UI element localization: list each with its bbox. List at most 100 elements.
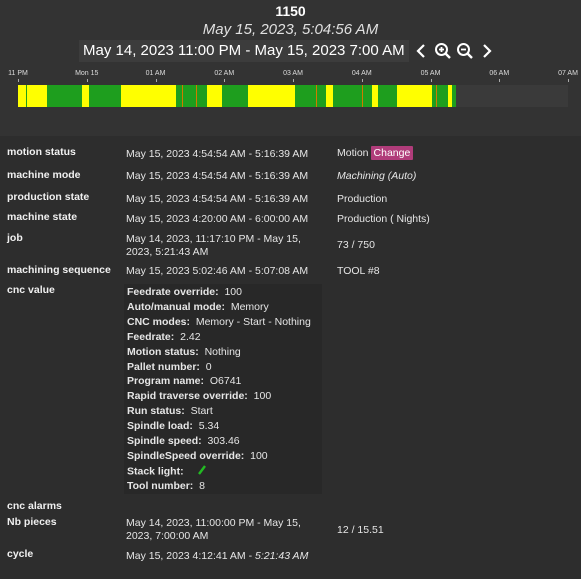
cnc-value-line: Stack light: [127, 465, 206, 478]
timeline-segment-yellow[interactable] [121, 85, 177, 107]
timeline-tick-label: 02 AM [214, 70, 235, 77]
cnc-value-line: Tool number: 8 [127, 480, 205, 492]
time-motion-status: May 15, 2023 4:54:54 AM - 5:16:39 AM [126, 148, 309, 160]
time-nb-pieces-line2: 2023, 7:00:00 AM [126, 530, 209, 542]
cnc-value-key: CNC modes: [127, 315, 191, 328]
timeline-tick-label: 06 AM [489, 70, 510, 77]
cnc-value-key: Rapid traverse override: [127, 390, 248, 403]
cnc-value-val: O6741 [204, 375, 242, 388]
time-job: May 14, 2023, 11:17:10 PM - May 15, 2023… [126, 233, 326, 259]
time-cycle-start: May 15, 2023 4:12:41 AM - [126, 550, 255, 562]
date-range-label[interactable]: May 14, 2023 11:00 PM - May 15, 2023 7:0… [79, 40, 409, 62]
stack-light-icon [197, 465, 206, 478]
timeline-tick-mark [224, 79, 226, 82]
zoom-in-icon[interactable] [433, 40, 453, 62]
chevron-left-icon[interactable] [411, 40, 431, 62]
label-cnc-value: cnc value [7, 284, 55, 296]
timeline-segment-yellow[interactable] [18, 85, 27, 107]
cnc-value-val: Nothing [198, 345, 241, 358]
timeline-tick-label: 04 AM [351, 70, 372, 77]
cnc-value-val: 0 [199, 360, 212, 373]
timeline-segment-yellow[interactable] [326, 85, 334, 107]
timeline-tick-label: 03 AM [283, 70, 303, 77]
timeline-segment-yellow[interactable] [82, 85, 90, 107]
time-job-line2: 2023, 5:21:43 AM [126, 246, 209, 258]
time-cycle: May 15, 2023 4:12:41 AM - 5:21:43 AM [126, 550, 326, 563]
chevron-right-icon[interactable] [477, 40, 497, 62]
cnc-value-val: 100 [247, 390, 272, 403]
time-production-state: May 15, 2023 4:54:54 AM - 5:16:39 AM [126, 193, 309, 205]
timeline-segment-green[interactable] [362, 85, 373, 107]
cnc-value-key: Program name: [127, 375, 205, 388]
cnc-value-line: Feedrate override: 100 [127, 286, 242, 298]
label-machine-mode: machine mode [7, 169, 81, 181]
cnc-value-line: Spindle load: 5.34 [127, 420, 219, 432]
timeline-tick-mark [18, 79, 19, 82]
value-production-state: Production [337, 193, 388, 205]
timeline-segment-green[interactable] [89, 85, 122, 107]
cnc-value-line: Run status: Start [127, 405, 213, 417]
cnc-value-line: Pallet number: 0 [127, 361, 212, 373]
label-production-state: production state [7, 191, 90, 203]
timeline-segment-yellow[interactable] [207, 85, 222, 107]
timeline-tick-mark [361, 79, 363, 82]
range-selector: May 14, 2023 11:00 PM - May 15, 2023 7:0… [79, 39, 497, 63]
timeline-segment-green[interactable] [221, 85, 249, 107]
cnc-value-key: Run status: [127, 405, 185, 418]
cnc-value-val: Memory - Start - Nothing [190, 315, 311, 328]
cnc-value-key: Spindle speed: [127, 435, 202, 447]
time-machining-sequence: May 15, 2023 5:02:46 AM - 5:07:08 AM [126, 265, 309, 277]
timeline-segment-green[interactable] [295, 85, 316, 107]
timeline-segment-green[interactable] [317, 85, 327, 107]
label-machining-sequence: machining sequence [7, 264, 111, 276]
timeline-tick-label: Mon 15 [75, 70, 99, 77]
zoom-out-icon[interactable] [455, 40, 475, 62]
timeline-tick-mark [430, 79, 432, 82]
cnc-value-key: Pallet number: [127, 360, 200, 373]
time-job-line1: May 14, 2023, 11:17:10 PM - May 15, [126, 233, 301, 245]
cnc-value-key: Stack light: [127, 465, 184, 478]
cnc-value-line: Auto/manual mode: Memory [127, 301, 269, 313]
timeline-segment-green[interactable] [196, 85, 208, 107]
cnc-value-val: Start [184, 405, 213, 418]
timeline-segment-yellow[interactable] [27, 85, 47, 107]
timeline-segment-green[interactable] [377, 85, 398, 107]
timeline-tick-mark [499, 79, 501, 82]
timeline-segment-yellow[interactable] [248, 85, 296, 107]
timeline-segment-green[interactable] [46, 85, 83, 107]
timeline-segment-green[interactable] [452, 85, 456, 107]
timeline-segment-green[interactable] [183, 85, 196, 107]
cnc-value-val: 8 [193, 479, 205, 492]
cnc-value-key: Motion status: [127, 345, 199, 358]
timeline-segment-green[interactable] [333, 85, 362, 107]
value-job: 73 / 750 [337, 239, 375, 251]
cnc-value-key: SpindleSpeed override: [127, 449, 245, 462]
value-machine-state: Production ( Nights) [337, 213, 430, 225]
cnc-value-key: Tool number: [127, 479, 194, 492]
time-nb-pieces: May 14, 2023, 11:00:00 PM - May 15, 2023… [126, 517, 326, 543]
cnc-value-val: 303.46 [201, 435, 240, 447]
cnc-value-line: Motion status: Nothing [127, 346, 241, 358]
current-time: May 15, 2023, 5:04:56 AM [202, 21, 379, 38]
cnc-value-line: Feedrate: 2.42 [127, 331, 201, 343]
label-motion-status: motion status [7, 146, 76, 158]
cnc-value-line: Spindle speed: 303.46 [127, 435, 240, 447]
cnc-value-val: 5.34 [192, 420, 220, 433]
timeline-segment-yellow[interactable] [397, 85, 432, 107]
cnc-value-val: 100 [218, 286, 242, 298]
cnc-value-key: Feedrate: [127, 330, 175, 343]
cnc-value-val: 2.42 [174, 330, 201, 343]
motion-status-value: Motion [337, 147, 369, 159]
state-timeline[interactable] [18, 85, 568, 107]
label-machine-state: machine state [7, 211, 78, 223]
cnc-value-line: Rapid traverse override: 100 [127, 390, 271, 402]
timeline-segment-green[interactable] [437, 85, 448, 107]
time-machine-mode: May 15, 2023 4:54:54 AM - 5:16:39 AM [126, 170, 309, 182]
timeline-axis: 11 PM Mon 15 01 AM 02 AM 03 AM 04 AM 05 AM 06 A… [0, 70, 581, 84]
value-motion-status: Motion Change [337, 146, 414, 160]
cnc-value-val: Memory [225, 300, 269, 313]
cnc-value-line: CNC modes: Memory - Start - Nothing [127, 316, 311, 328]
value-machine-mode: Machining (Auto) [337, 170, 417, 182]
change-button[interactable]: Change [370, 146, 414, 160]
timeline-tick-mark [155, 79, 157, 82]
